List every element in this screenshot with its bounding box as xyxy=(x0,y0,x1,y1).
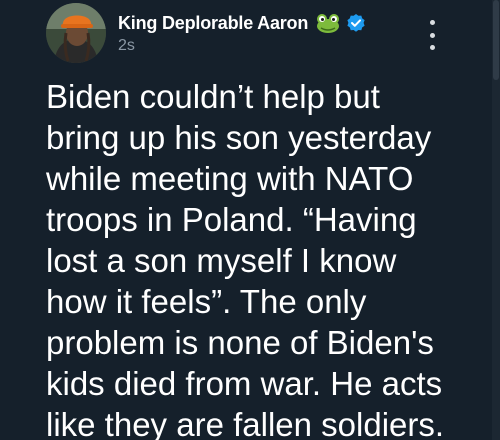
post-body-line: while meeting with NATO xyxy=(46,160,414,197)
more-options-button[interactable] xyxy=(420,20,444,50)
scrollbar-thumb[interactable] xyxy=(493,0,499,80)
post-body-line: bring up his son yesterday xyxy=(46,119,432,156)
post-card: King Deplorable Aaron 2s Biden couldn’t … xyxy=(0,0,500,440)
scrollbar[interactable] xyxy=(492,0,500,440)
post-body-line: like they are fallen soldiers. xyxy=(46,406,445,440)
avatar-photo-icon xyxy=(46,3,106,63)
post-timestamp[interactable]: 2s xyxy=(118,37,440,55)
author-display-name[interactable]: King Deplorable Aaron xyxy=(118,13,308,34)
post-body-line: lost a son myself I know xyxy=(46,242,397,279)
post-body-text: Biden couldn’t help but bring up his son… xyxy=(46,76,466,440)
author-avatar[interactable] xyxy=(46,3,106,63)
post-body-line: Biden couldn’t help but xyxy=(46,78,380,115)
frog-emoji-icon xyxy=(316,12,340,34)
vertical-ellipsis-icon-dot xyxy=(429,45,435,50)
author-name-row: King Deplorable Aaron xyxy=(118,11,440,35)
post-body-line: how it feels”. The only xyxy=(46,283,367,320)
post-header: King Deplorable Aaron 2s xyxy=(118,11,440,55)
verified-check-icon xyxy=(346,13,366,33)
post-body-line: kids died from war. He acts xyxy=(46,365,443,402)
post-body-line: problem is none of Biden's xyxy=(46,324,434,361)
vertical-ellipsis-icon xyxy=(429,20,435,25)
post-body-line: troops in Poland. “Having xyxy=(46,201,417,238)
vertical-ellipsis-icon-dot xyxy=(429,32,435,38)
